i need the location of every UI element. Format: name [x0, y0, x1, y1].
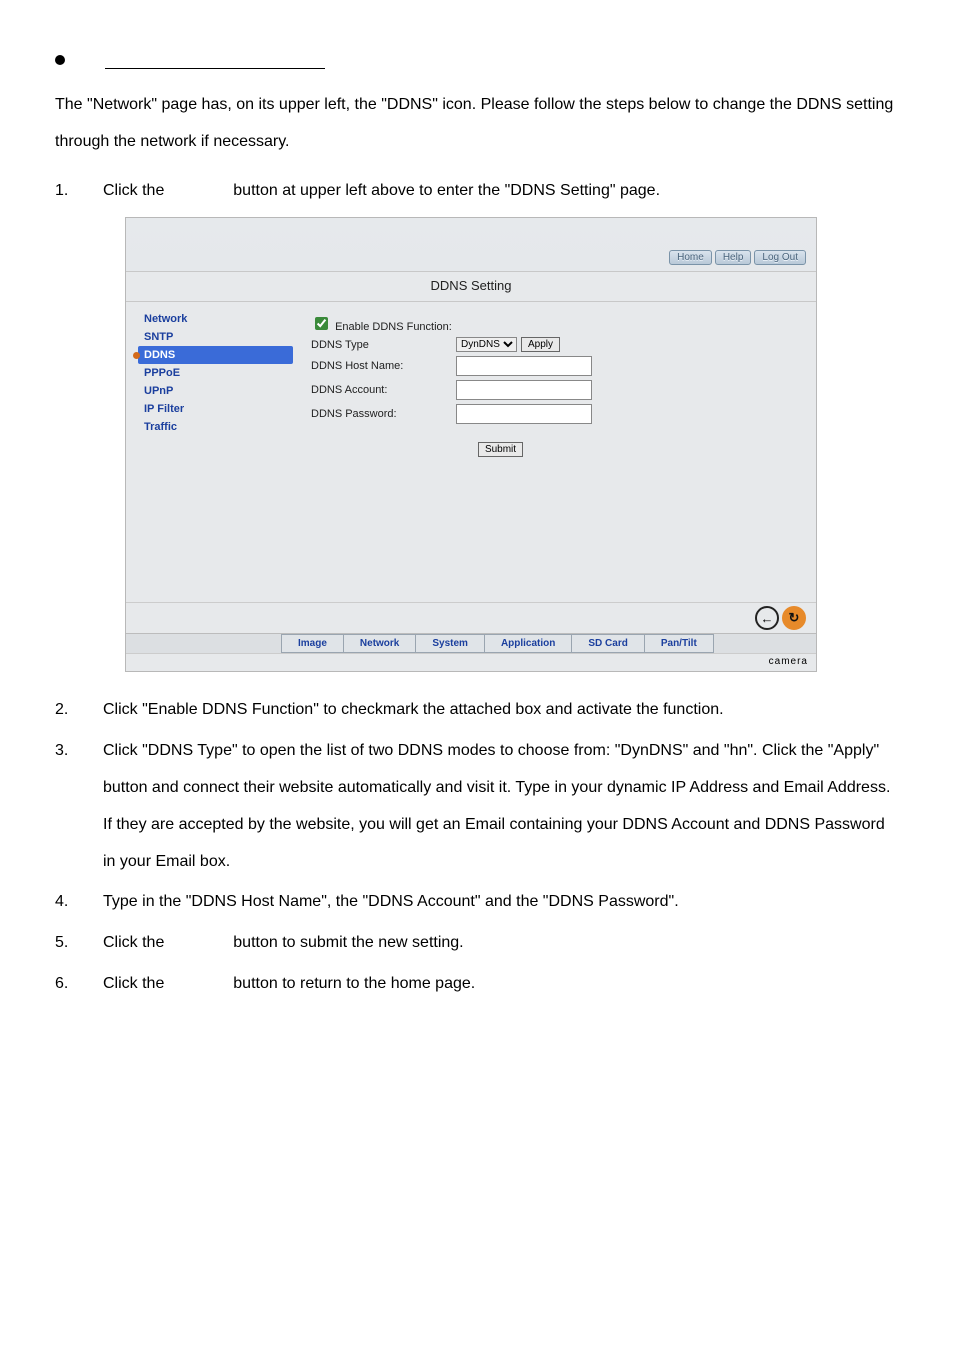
account-label: DDNS Account: — [311, 384, 456, 396]
step-text: Click the button at upper left above to … — [103, 173, 899, 210]
step-text: Click "Enable DDNS Function" to checkmar… — [103, 692, 899, 729]
ddns-setting-screenshot: Home Help Log Out DDNS Setting Network S… — [125, 217, 817, 672]
ddns-type-select[interactable]: DynDNS — [456, 337, 517, 352]
tab-system[interactable]: System — [416, 634, 485, 653]
tab-image[interactable]: Image — [281, 634, 344, 653]
back-icon[interactable]: ← — [755, 606, 779, 630]
section-heading — [55, 50, 899, 69]
step-1-a: Click the — [103, 182, 164, 199]
sidebar: Network SNTP DDNS PPPoE UPnP IP Filter T… — [126, 302, 301, 602]
step-5-a: Click the — [103, 934, 164, 951]
step-number: 6. — [55, 966, 103, 1003]
sidebar-item-upnp[interactable]: UPnP — [138, 382, 293, 400]
password-input[interactable] — [456, 404, 592, 424]
sidebar-item-traffic[interactable]: Traffic — [138, 418, 293, 436]
step-text: Click "DDNS Type" to open the list of tw… — [103, 733, 899, 880]
sidebar-item-ddns[interactable]: DDNS — [138, 346, 293, 364]
intro-paragraph: The "Network" page has, on its upper lef… — [55, 87, 899, 161]
corner-label: camera — [126, 653, 816, 671]
screenshot-top-buttons: Home Help Log Out — [126, 250, 816, 271]
enable-ddns-label: Enable DDNS Function: — [335, 321, 452, 333]
password-label: DDNS Password: — [311, 408, 456, 420]
step-text: Click the button to submit the new setti… — [103, 925, 899, 962]
sidebar-item-sntp[interactable]: SNTP — [138, 328, 293, 346]
step-number: 2. — [55, 692, 103, 729]
form-area: Enable DDNS Function: DDNS Type DynDNS A… — [301, 302, 816, 602]
panel-title: DDNS Setting — [126, 271, 816, 302]
help-button[interactable]: Help — [715, 250, 752, 265]
tab-network[interactable]: Network — [344, 634, 416, 653]
step-5-b: button to submit the new setting. — [233, 934, 463, 951]
step-number: 1. — [55, 173, 103, 210]
home-button[interactable]: Home — [669, 250, 712, 265]
enable-ddns-checkbox[interactable] — [315, 317, 328, 330]
tab-application[interactable]: Application — [485, 634, 572, 653]
hostname-input[interactable] — [456, 356, 592, 376]
bullet-icon — [55, 55, 65, 65]
enable-row: Enable DDNS Function: — [311, 314, 456, 333]
step-text: Click the button to return to the home p… — [103, 966, 899, 1003]
sidebar-item-label: DDNS — [144, 349, 175, 361]
step-number: 4. — [55, 884, 103, 921]
refresh-icon[interactable]: ↻ — [782, 606, 806, 630]
step-1-b: button at upper left above to enter the … — [233, 182, 660, 199]
hostname-label: DDNS Host Name: — [311, 360, 456, 372]
sidebar-item-network[interactable]: Network — [138, 310, 293, 328]
submit-button[interactable]: Submit — [478, 442, 523, 457]
tab-pantilt[interactable]: Pan/Tilt — [645, 634, 714, 653]
icon-row: ← ↻ — [126, 602, 816, 633]
tab-bar: Image Network System Application SD Card… — [126, 633, 816, 653]
sidebar-item-pppoe[interactable]: PPPoE — [138, 364, 293, 382]
heading-underline — [105, 50, 325, 69]
sidebar-item-ipfilter[interactable]: IP Filter — [138, 400, 293, 418]
account-input[interactable] — [456, 380, 592, 400]
active-indicator-icon — [133, 352, 140, 359]
apply-button[interactable]: Apply — [521, 337, 560, 352]
screenshot-topband — [126, 218, 816, 250]
step-6-b: button to return to the home page. — [233, 975, 475, 992]
step-text: Type in the "DDNS Host Name", the "DDNS … — [103, 884, 899, 921]
ddns-type-label: DDNS Type — [311, 339, 456, 351]
tab-sdcard[interactable]: SD Card — [572, 634, 644, 653]
step-6-a: Click the — [103, 975, 164, 992]
logout-button[interactable]: Log Out — [754, 250, 806, 265]
step-number: 5. — [55, 925, 103, 962]
step-number: 3. — [55, 733, 103, 880]
